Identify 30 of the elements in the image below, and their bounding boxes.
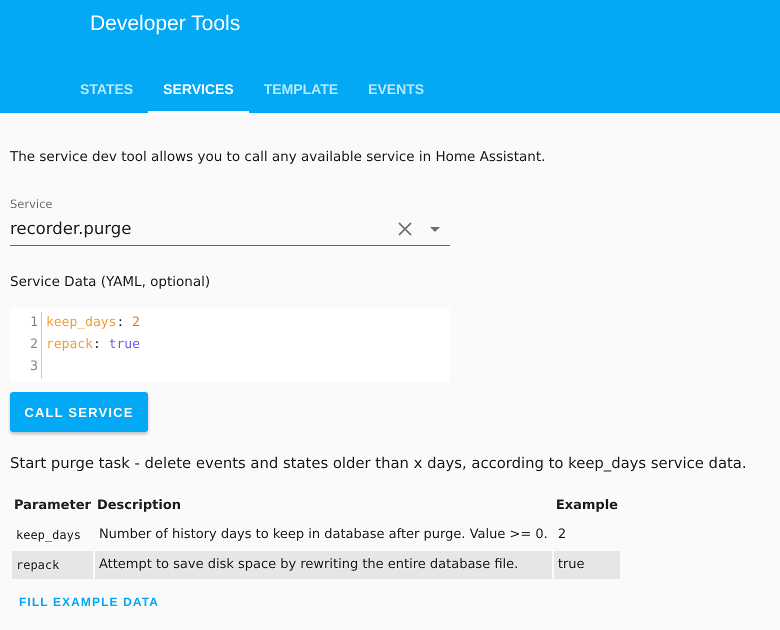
- clear-icon[interactable]: [398, 222, 412, 236]
- fill-example-button[interactable]: FILL EXAMPLE DATA: [10, 587, 168, 617]
- intro-text: The service dev tool allows you to call any available service in Home Assistant.: [10, 149, 546, 165]
- service-field[interactable]: Service recorder.purge: [10, 197, 450, 246]
- column-header: Description: [96, 497, 182, 515]
- section-label: Service Data (YAML, optional): [10, 274, 210, 290]
- service-description: Start purge task - delete events and states older than x days, according to keep_days service data.: [10, 454, 747, 474]
- caret-icon[interactable]: [430, 226, 440, 232]
- tab[interactable]: EVENTS: [353, 64, 440, 113]
- field-value: recorder.purge: [10, 219, 132, 239]
- code-line: repack: true: [46, 336, 140, 354]
- code-line: keep_days: 2: [46, 314, 140, 332]
- tab[interactable]: STATES: [65, 64, 148, 113]
- line-number: 2: [10, 334, 42, 356]
- table-cell: true: [554, 551, 620, 579]
- table-cell-text: keep_days: [15, 527, 82, 544]
- table-cell: Attempt to save disk space by rewriting the entire database file.: [94, 551, 552, 579]
- call-service-button[interactable]: CALL SERVICE: [10, 392, 148, 432]
- table-cell-text: Number of history days to keep in database after purge. Value >= 0.: [98, 526, 549, 544]
- table-cell-text: 2: [556, 526, 568, 544]
- column-header: Example: [554, 497, 619, 515]
- code-editor[interactable]: 1 keep_days: 2 2 repack: true 3: [10, 308, 450, 382]
- tab[interactable]: SERVICES: [148, 64, 249, 113]
- table-cell: repack: [12, 551, 93, 579]
- tab[interactable]: TEMPLATE: [248, 64, 354, 113]
- line-number: 1: [10, 312, 42, 334]
- column-header: Parameter: [13, 497, 92, 515]
- field-label: Service: [10, 197, 53, 211]
- page-title: Developer Tools: [90, 12, 240, 36]
- line-number: 3: [10, 356, 42, 378]
